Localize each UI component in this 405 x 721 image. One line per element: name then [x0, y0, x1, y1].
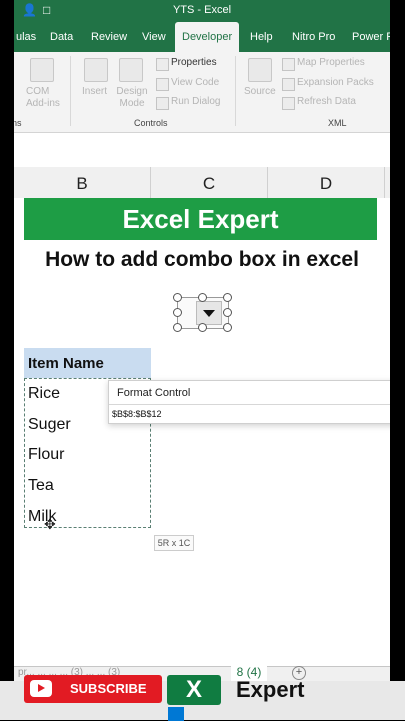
xml-source-icon — [248, 58, 272, 82]
windows-start-icon[interactable] — [168, 707, 184, 721]
dialog-title: Format Control — [117, 387, 191, 399]
view-code-button[interactable]: View Code — [171, 77, 219, 88]
properties-icon — [156, 58, 169, 71]
list-item[interactable]: Tea — [28, 477, 54, 495]
design-mode-button[interactable]: Design Mode — [115, 86, 149, 110]
combo-box-control[interactable] — [173, 293, 232, 332]
chevron-down-icon — [203, 310, 215, 317]
list-item[interactable]: Suger — [28, 416, 71, 434]
addins-group-label: ns — [14, 118, 22, 128]
tab-developer[interactable]: Developer — [175, 22, 240, 52]
xml-group-label: XML — [328, 118, 347, 128]
design-mode-icon — [119, 58, 143, 82]
com-addins-button[interactable]: COM Add-ins — [26, 86, 60, 110]
resize-handle[interactable] — [198, 323, 207, 332]
resize-handle[interactable] — [173, 308, 182, 317]
tab-nitro-pro[interactable]: Nitro Pro — [292, 22, 335, 52]
column-headers: B C D — [14, 167, 390, 199]
tab-formulas[interactable]: ulas — [16, 22, 36, 52]
formula-bar-area — [14, 133, 390, 168]
resize-handle[interactable] — [223, 308, 232, 317]
resize-handle[interactable] — [173, 323, 182, 332]
expansion-packs-icon — [282, 78, 295, 91]
page-subtitle: How to add combo box in excel — [45, 248, 359, 271]
tab-help[interactable]: Help — [250, 22, 273, 52]
resize-handle[interactable] — [223, 323, 232, 332]
title-bar: 👤□ YTS - Excel — [14, 0, 390, 22]
tab-data[interactable]: Data — [50, 22, 73, 52]
banner-title: Excel Expert — [24, 198, 377, 240]
input-range-field[interactable]: $B$8:$B$12 — [109, 404, 390, 422]
tab-view[interactable]: View — [142, 22, 166, 52]
selection-size-tooltip: 5R x 1C — [154, 535, 194, 551]
properties-button[interactable]: Properties — [171, 57, 217, 68]
com-addins-icon — [30, 58, 54, 82]
ribbon-separator — [70, 56, 71, 126]
run-dialog-button[interactable]: Run Dialog — [171, 96, 220, 107]
ribbon-separator — [235, 56, 236, 126]
ribbon: COM Add-ins ns Insert Design Mode Proper… — [14, 52, 390, 133]
refresh-data-button[interactable]: Refresh Data — [297, 96, 356, 107]
resize-handle[interactable] — [198, 293, 207, 302]
map-properties-button[interactable]: Map Properties — [297, 57, 365, 68]
map-properties-icon — [282, 58, 295, 71]
channel-watermark: SUBSCRIBE X Expert — [24, 675, 304, 707]
column-header-b[interactable]: B — [14, 167, 151, 198]
refresh-data-icon — [282, 97, 295, 110]
resize-handle[interactable] — [223, 293, 232, 302]
resize-handle[interactable] — [173, 293, 182, 302]
item-name-header-cell[interactable]: Item Name — [24, 348, 151, 378]
watermark-expert-text: Expert — [236, 677, 305, 702]
combo-dropdown-button[interactable] — [196, 301, 222, 325]
window-title: YTS - Excel — [172, 4, 232, 16]
xml-source-button[interactable]: Source — [244, 86, 276, 97]
ribbon-tabs: ulas Data Review View Developer Help Nit… — [14, 22, 390, 52]
list-item[interactable]: Rice — [28, 385, 60, 403]
play-icon — [30, 680, 52, 697]
view-code-icon — [156, 78, 169, 91]
controls-group-label: Controls — [134, 118, 168, 128]
tab-power-pivot[interactable]: Power P — [352, 22, 390, 52]
tab-review[interactable]: Review — [91, 22, 127, 52]
excel-window: 👤□ YTS - Excel ulas Data Review View Dev… — [14, 0, 390, 720]
excel-logo-icon: X — [167, 675, 221, 705]
run-dialog-icon — [156, 97, 169, 110]
list-item[interactable]: Flour — [28, 446, 64, 464]
insert-icon — [84, 58, 108, 82]
subscribe-label: SUBSCRIBE — [70, 681, 147, 696]
move-cursor-icon: ✥ — [44, 516, 56, 532]
column-header-c[interactable]: C — [151, 167, 268, 198]
insert-button[interactable]: Insert — [82, 86, 107, 97]
format-control-dialog: Format Control $B$8:$B$12 — [108, 380, 390, 424]
worksheet-grid[interactable]: Excel Expert How to add combo box in exc… — [14, 198, 390, 666]
expansion-packs-button[interactable]: Expansion Packs — [297, 77, 374, 88]
subscribe-badge[interactable]: SUBSCRIBE — [24, 675, 162, 703]
column-header-d[interactable]: D — [268, 167, 385, 198]
